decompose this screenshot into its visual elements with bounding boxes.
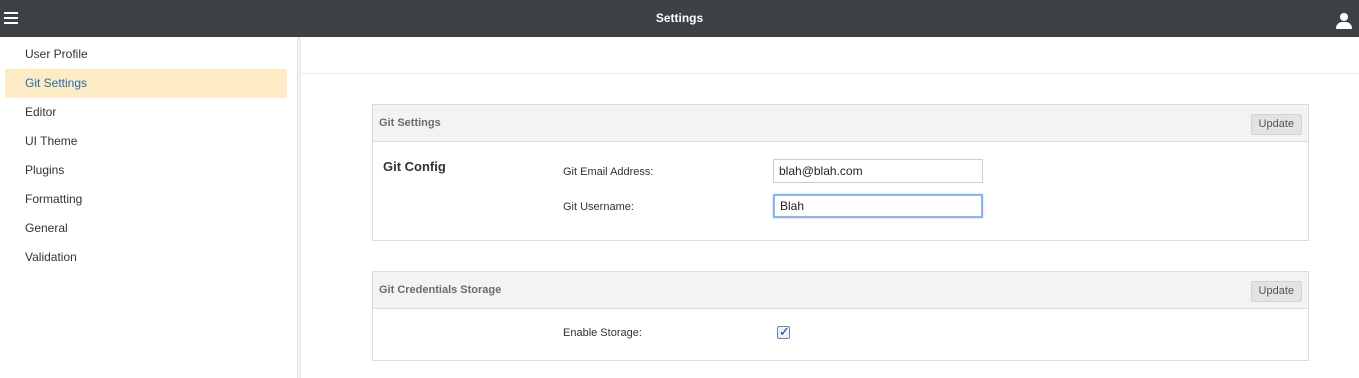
update-button[interactable]: Update bbox=[1250, 114, 1302, 135]
sidebar-item-user-profile[interactable]: User Profile bbox=[5, 40, 287, 69]
checkmark-icon: ✓ bbox=[779, 324, 790, 339]
email-field[interactable] bbox=[773, 159, 983, 183]
username-label: Git Username: bbox=[563, 201, 634, 213]
sidebar-item-validation[interactable]: Validation bbox=[5, 243, 287, 272]
sidebar-item-general[interactable]: General bbox=[5, 214, 287, 243]
panel-header: Git Settings Update bbox=[373, 105, 1308, 142]
sidebar: User Profile Git Settings Editor UI Them… bbox=[0, 37, 298, 378]
divider bbox=[301, 73, 1359, 74]
panel-title: Git Credentials Storage bbox=[379, 284, 502, 296]
sidebar-item-plugins[interactable]: Plugins bbox=[5, 156, 287, 185]
section-title: Git Config bbox=[383, 159, 446, 174]
sidebar-item-formatting[interactable]: Formatting bbox=[5, 185, 287, 214]
page-title: Settings bbox=[655, 11, 704, 25]
git-settings-panel: Git Settings Update Git Config Git Email… bbox=[372, 104, 1309, 241]
user-icon[interactable] bbox=[1336, 13, 1352, 30]
enable-storage-label: Enable Storage: bbox=[563, 327, 642, 339]
email-label: Git Email Address: bbox=[563, 166, 654, 178]
enable-storage-checkbox[interactable]: ✓ bbox=[777, 324, 790, 339]
update-button[interactable]: Update bbox=[1250, 281, 1302, 302]
top-bar: Settings bbox=[0, 0, 1359, 37]
credentials-panel: Git Credentials Storage Update Enable St… bbox=[372, 271, 1309, 361]
panel-header: Git Credentials Storage Update bbox=[373, 272, 1308, 309]
panel-title: Git Settings bbox=[379, 117, 441, 129]
sidebar-item-git-settings[interactable]: Git Settings bbox=[5, 69, 287, 98]
sidebar-item-ui-theme[interactable]: UI Theme bbox=[5, 127, 287, 156]
sidebar-item-editor[interactable]: Editor bbox=[5, 98, 287, 127]
username-field[interactable] bbox=[773, 194, 983, 218]
